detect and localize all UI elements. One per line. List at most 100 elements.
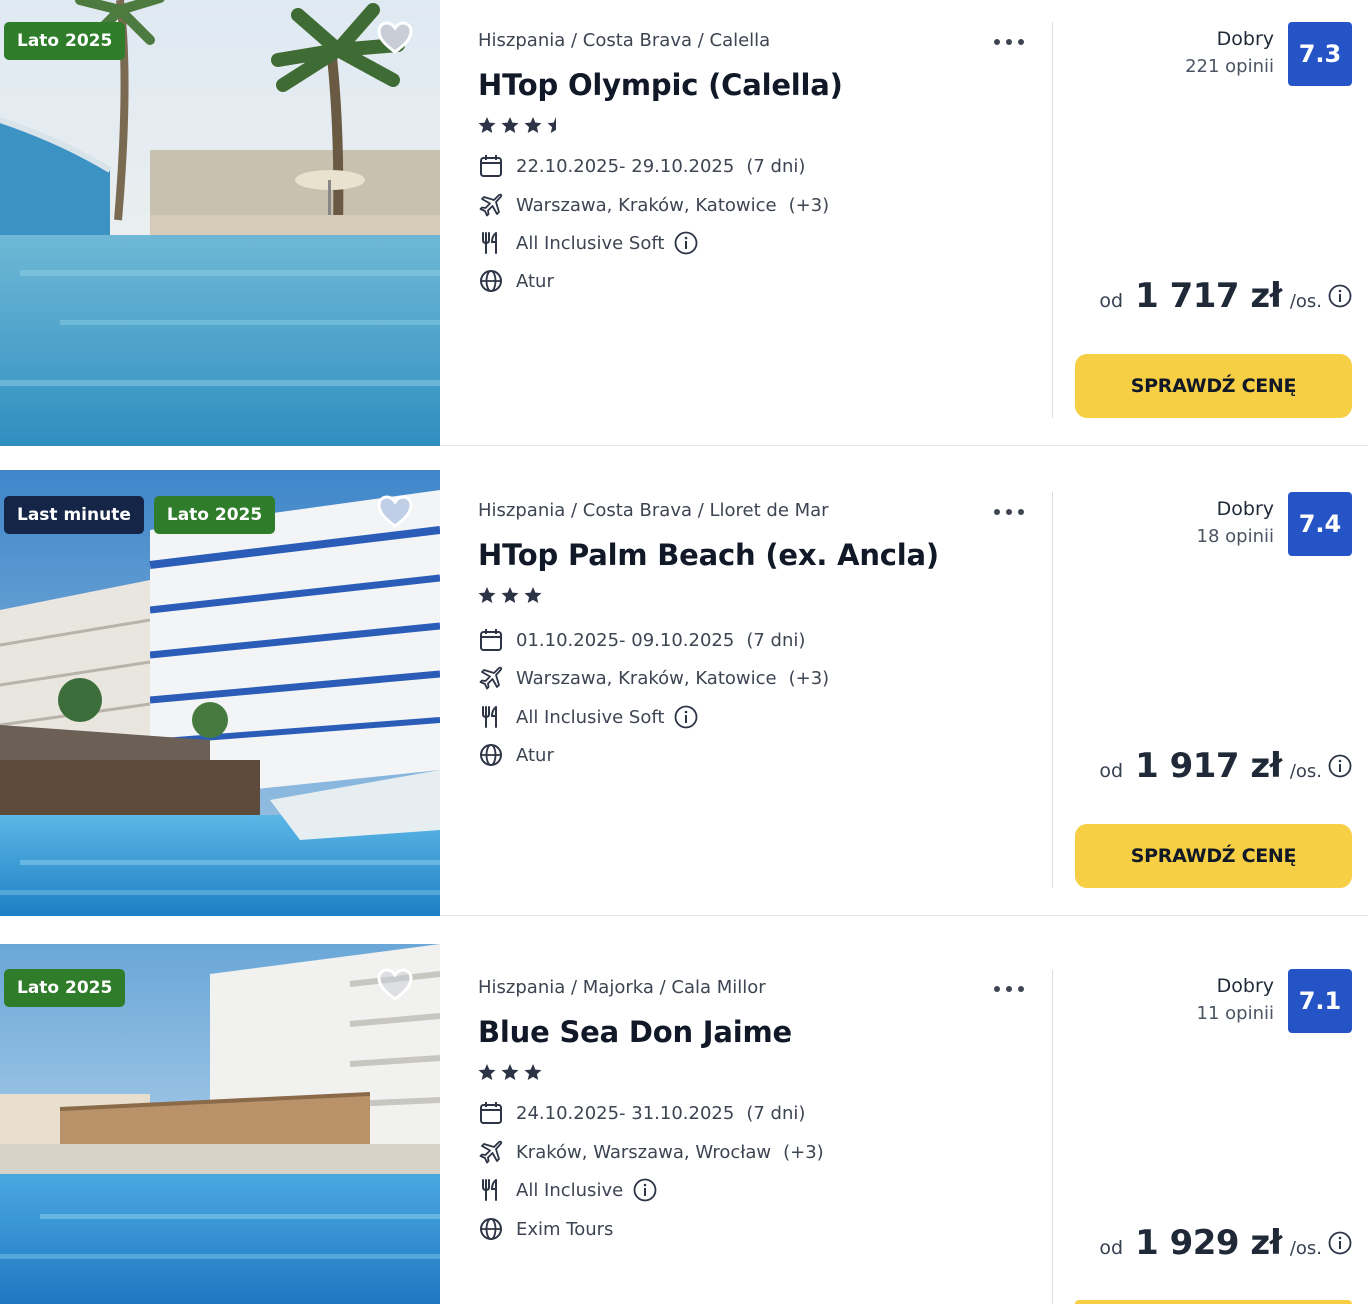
info-icon[interactable] <box>674 231 698 255</box>
plane-icon <box>479 193 503 217</box>
check-price-button[interactable]: SPRAWDŹ CENĘ <box>1075 354 1352 418</box>
price-unit: /os. <box>1289 291 1322 312</box>
heart-icon[interactable] <box>376 20 414 56</box>
departures-text: Kraków, Warszawa, Wrocław <box>516 1141 772 1163</box>
card-divider <box>440 915 1368 916</box>
globe-icon <box>480 1218 502 1240</box>
hotel-name[interactable]: Blue Sea Don Jaime <box>478 1015 792 1049</box>
price-prefix: od <box>1099 1237 1124 1259</box>
price-unit: /os. <box>1289 761 1322 782</box>
departures-row: Warszawa, Kraków, Katowice (+3) <box>478 190 829 220</box>
price: od 1 717 zł /os. <box>1099 276 1352 316</box>
star-icon <box>478 117 496 133</box>
check-price-button[interactable]: SPRAWDŹ CENĘ <box>1075 824 1352 888</box>
season-badge: Lato 2025 <box>4 22 126 60</box>
duration-text: (7 dni) <box>746 629 806 651</box>
badge-group: Last minute Lato 2025 <box>4 496 276 534</box>
departures-text: Warszawa, Kraków, Katowice <box>516 194 777 216</box>
calendar-icon <box>480 155 502 177</box>
season-badge: Lato 2025 <box>4 969 126 1007</box>
offer-card[interactable]: Lato 2025 Hiszpania / Costa Brava / Cale… <box>0 0 1368 446</box>
rating-label: Dobry <box>1216 498 1274 520</box>
price-amount: 1 917 zł <box>1135 746 1282 786</box>
star-icon <box>501 587 519 603</box>
hotel-name[interactable]: HTop Olympic (Calella) <box>478 68 843 102</box>
globe-icon <box>480 744 502 766</box>
board-row: All Inclusive Soft <box>478 702 698 732</box>
star-rating <box>478 117 556 133</box>
star-rating <box>478 1064 542 1080</box>
season-badge: Lato 2025 <box>153 496 276 534</box>
dates-row: 24.10.2025- 31.10.2025 (7 dni) <box>478 1098 805 1128</box>
rating-count[interactable]: 11 opinii <box>1197 999 1274 1029</box>
more-dots-icon[interactable] <box>992 30 1026 54</box>
hotel-photo[interactable]: Lato 2025 <box>0 0 440 446</box>
operator-row: Atur <box>478 266 554 296</box>
hotel-building-image <box>0 470 440 916</box>
board-text: All Inclusive Soft <box>516 706 665 728</box>
rating-score: 7.1 <box>1288 969 1352 1033</box>
board-text: All Inclusive <box>516 1179 624 1201</box>
hotel-name[interactable]: HTop Palm Beach (ex. Ancla) <box>478 538 939 572</box>
rating-summary: Dobry 18 opinii <box>1197 496 1274 552</box>
info-icon[interactable] <box>633 1178 657 1202</box>
operator-text: Atur <box>516 744 554 766</box>
rating-count[interactable]: 18 opinii <box>1197 522 1274 552</box>
star-rating <box>478 587 542 603</box>
heart-icon[interactable] <box>376 494 414 530</box>
departures-more[interactable]: (+3) <box>783 1142 824 1163</box>
price: od 1 917 zł /os. <box>1099 746 1352 786</box>
more-dots-icon[interactable] <box>992 977 1026 1001</box>
cutlery-icon <box>482 232 497 254</box>
card-divider <box>440 445 1368 446</box>
hotel-photo[interactable]: Last minute Lato 2025 <box>0 470 440 916</box>
duration-text: (7 dni) <box>746 155 806 177</box>
last-minute-badge: Last minute <box>4 496 144 534</box>
globe-icon <box>480 270 502 292</box>
offer-list: Lato 2025 Hiszpania / Costa Brava / Cale… <box>0 0 1368 1304</box>
info-icon[interactable] <box>674 705 698 729</box>
departures-text: Warszawa, Kraków, Katowice <box>516 667 777 689</box>
hotel-photo[interactable]: Lato 2025 <box>0 944 440 1304</box>
dates-row: 01.10.2025- 09.10.2025 (7 dni) <box>478 625 805 655</box>
rating-label: Dobry <box>1216 28 1274 50</box>
price-amount: 1 929 zł <box>1135 1223 1282 1263</box>
info-icon[interactable] <box>1328 754 1352 778</box>
badge-group: Lato 2025 <box>4 22 126 60</box>
star-icon <box>501 1064 519 1080</box>
breadcrumb[interactable]: Hiszpania / Majorka / Cala Millor <box>478 977 766 998</box>
info-icon[interactable] <box>1328 1231 1352 1255</box>
breadcrumb[interactable]: Hiszpania / Costa Brava / Lloret de Mar <box>478 500 829 521</box>
plane-icon <box>479 666 503 690</box>
info-icon[interactable] <box>1328 284 1352 308</box>
star-icon <box>524 117 542 133</box>
board-row: All Inclusive <box>478 1175 657 1205</box>
dates-text: 22.10.2025- 29.10.2025 <box>516 155 735 177</box>
departures-more[interactable]: (+3) <box>789 668 830 689</box>
rating-summary: Dobry 221 opinii <box>1185 26 1274 82</box>
departures-more[interactable]: (+3) <box>789 195 830 216</box>
board-text: All Inclusive Soft <box>516 232 665 254</box>
dates-text: 01.10.2025- 09.10.2025 <box>516 629 735 651</box>
rating-count[interactable]: 221 opinii <box>1185 52 1274 82</box>
more-dots-icon[interactable] <box>992 500 1026 524</box>
offer-card[interactable]: Lato 2025 Hiszpania / Majorka / Cala Mil… <box>0 944 1368 1304</box>
operator-row: Exim Tours <box>478 1214 613 1244</box>
offer-details: Hiszpania / Costa Brava / Calella HTop O… <box>478 0 1038 446</box>
cutlery-icon <box>482 706 497 728</box>
check-price-button-partial[interactable] <box>1075 1300 1352 1304</box>
divider <box>1052 492 1053 888</box>
departures-row: Warszawa, Kraków, Katowice (+3) <box>478 663 829 693</box>
operator-row: Atur <box>478 740 554 770</box>
heart-icon[interactable] <box>376 967 414 1003</box>
star-icon <box>501 117 519 133</box>
price-amount: 1 717 zł <box>1135 276 1282 316</box>
operator-text: Exim Tours <box>516 1218 614 1240</box>
star-icon <box>524 1064 542 1080</box>
offer-card[interactable]: Last minute Lato 2025 Hiszpania / Costa … <box>0 470 1368 916</box>
star-icon <box>478 587 496 603</box>
breadcrumb[interactable]: Hiszpania / Costa Brava / Calella <box>478 30 770 51</box>
divider <box>1052 22 1053 418</box>
rating-score: 7.3 <box>1288 22 1352 86</box>
price: od 1 929 zł /os. <box>1099 1223 1352 1263</box>
